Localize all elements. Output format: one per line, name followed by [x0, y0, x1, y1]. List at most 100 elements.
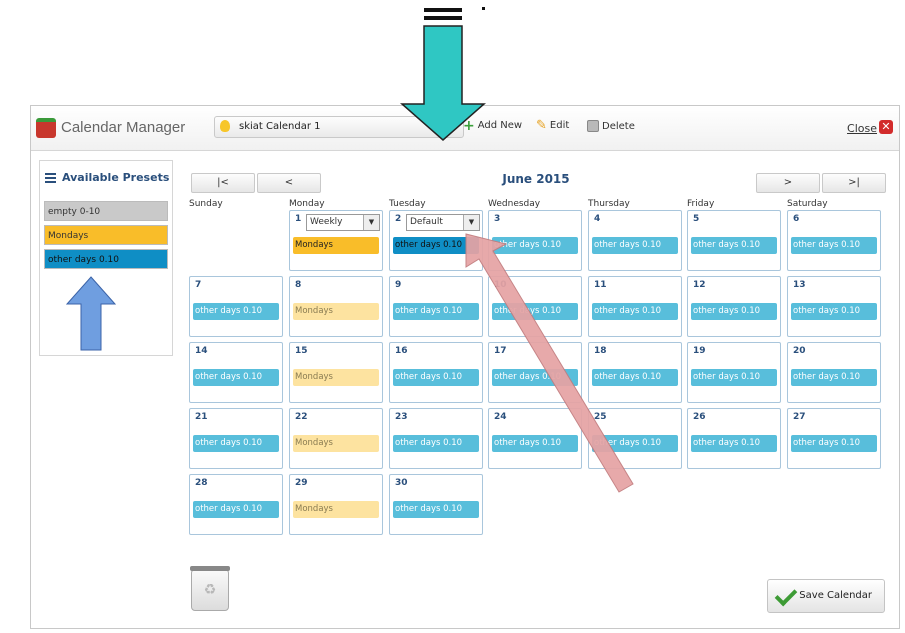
day-cell[interactable]: 14 other days 0.10: [189, 342, 283, 403]
day-preset[interactable]: other days 0.10: [691, 303, 777, 320]
day-cell[interactable]: 23 other days 0.10: [389, 408, 483, 469]
day-number: 19: [693, 346, 706, 356]
preset-empty[interactable]: empty 0-10: [44, 201, 168, 221]
day-preset[interactable]: other days 0.10: [193, 435, 279, 452]
presets-header: Available Presets: [45, 171, 169, 184]
chevron-down-icon: ▼: [463, 215, 479, 230]
day-preset[interactable]: Mondays: [293, 435, 379, 452]
day-preset[interactable]: other days 0.10: [492, 237, 578, 254]
close-link[interactable]: Close: [847, 122, 877, 135]
preset-other-days[interactable]: other days 0.10: [44, 249, 168, 269]
day-cell[interactable]: 15 Mondays: [289, 342, 383, 403]
day-preset[interactable]: other days 0.10: [592, 435, 678, 452]
day-cell[interactable]: 20 other days 0.10: [787, 342, 881, 403]
prev-month-button[interactable]: <: [257, 173, 321, 193]
day-preset[interactable]: other days 0.10: [492, 369, 578, 386]
weekday-saturday: Saturday: [787, 199, 828, 209]
day-preset[interactable]: other days 0.10: [393, 435, 479, 452]
next-month-button[interactable]: >: [756, 173, 820, 193]
day-cell[interactable]: 30 other days 0.10: [389, 474, 483, 535]
day-cell[interactable]: 24 other days 0.10: [488, 408, 582, 469]
day-cell[interactable]: 25 other days 0.10: [588, 408, 682, 469]
close-icon[interactable]: ✕: [879, 120, 893, 134]
day-cell[interactable]: 1 Weekly ▼ Mondays: [289, 210, 383, 271]
day-preset[interactable]: other days 0.10: [492, 435, 578, 452]
day-preset[interactable]: other days 0.10: [691, 237, 777, 254]
day-number: 13: [793, 280, 806, 290]
day-number: 23: [395, 412, 408, 422]
list-icon: [45, 172, 56, 183]
day-cell[interactable]: 10 other days 0.10: [488, 276, 582, 337]
save-calendar-button[interactable]: Save Calendar: [767, 579, 885, 613]
add-new-button[interactable]: + Add New: [463, 117, 522, 134]
day-cell[interactable]: 7 other days 0.10: [189, 276, 283, 337]
day-preset[interactable]: other days 0.10: [791, 237, 877, 254]
day-cell[interactable]: 11 other days 0.10: [588, 276, 682, 337]
calendar-select-value: skiat Calendar 1: [239, 121, 321, 132]
day-number: 14: [195, 346, 208, 356]
calendar-app-icon: [36, 118, 56, 138]
day-cell[interactable]: 3 other days 0.10: [488, 210, 582, 271]
day-cell[interactable]: 5 other days 0.10: [687, 210, 781, 271]
toolbar: Calendar Manager skiat Calendar 1 + Add …: [31, 106, 899, 151]
weekly-select-value: Weekly: [310, 217, 343, 227]
day-preset[interactable]: other days 0.10: [193, 501, 279, 518]
delete-button[interactable]: Delete: [587, 120, 635, 132]
day-preset[interactable]: other days 0.10: [393, 369, 479, 386]
day-number: 6: [793, 214, 800, 224]
weekday-thursday: Thursday: [588, 199, 630, 209]
edit-button[interactable]: ✎ Edit: [536, 119, 570, 132]
day-cell[interactable]: 16 other days 0.10: [389, 342, 483, 403]
day-preset[interactable]: other days 0.10: [691, 435, 777, 452]
day-number: 2: [395, 214, 402, 224]
day-preset[interactable]: other days 0.10: [592, 369, 678, 386]
day-preset[interactable]: other days 0.10: [193, 369, 279, 386]
month-title: June 2015: [502, 172, 570, 186]
weekday-friday: Friday: [687, 199, 715, 209]
day-number: 26: [693, 412, 706, 422]
day-preset[interactable]: other days 0.10: [393, 303, 479, 320]
last-month-button[interactable]: >|: [822, 173, 886, 193]
day-preset[interactable]: Mondays: [293, 369, 379, 386]
day-preset[interactable]: other days 0.10: [691, 369, 777, 386]
day-cell[interactable]: 26 other days 0.10: [687, 408, 781, 469]
day-number: 10: [494, 280, 507, 290]
first-month-button[interactable]: |<: [191, 173, 255, 193]
day-number: 17: [494, 346, 507, 356]
day-number: 18: [594, 346, 607, 356]
day-preset[interactable]: other days 0.10: [791, 303, 877, 320]
edit-label: Edit: [549, 120, 570, 131]
day-preset[interactable]: other days 0.10: [393, 237, 479, 254]
calendar-select[interactable]: skiat Calendar 1: [214, 116, 464, 138]
day-cell[interactable]: 21 other days 0.10: [189, 408, 283, 469]
weekly-select[interactable]: Weekly ▼: [306, 214, 380, 231]
day-preset[interactable]: other days 0.10: [393, 501, 479, 518]
day-cell[interactable]: 6 other days 0.10: [787, 210, 881, 271]
day-cell[interactable]: 9 other days 0.10: [389, 276, 483, 337]
default-select[interactable]: Default ▼: [406, 214, 480, 231]
day-cell[interactable]: 22 Mondays: [289, 408, 383, 469]
day-cell[interactable]: 12 other days 0.10: [687, 276, 781, 337]
day-preset[interactable]: other days 0.10: [791, 435, 877, 452]
day-preset[interactable]: Mondays: [293, 303, 379, 320]
day-preset[interactable]: other days 0.10: [592, 303, 678, 320]
day-preset[interactable]: other days 0.10: [592, 237, 678, 254]
recycle-bin-icon[interactable]: ♻: [190, 566, 230, 611]
preset-mondays[interactable]: Mondays: [44, 225, 168, 245]
day-preset[interactable]: Mondays: [293, 501, 379, 518]
day-cell[interactable]: 8 Mondays: [289, 276, 383, 337]
day-cell[interactable]: 13 other days 0.10: [787, 276, 881, 337]
day-cell[interactable]: 28 other days 0.10: [189, 474, 283, 535]
day-cell[interactable]: 18 other days 0.10: [588, 342, 682, 403]
day-preset[interactable]: Mondays: [293, 237, 379, 254]
day-cell[interactable]: 29 Mondays: [289, 474, 383, 535]
plus-icon: +: [463, 117, 475, 134]
day-cell[interactable]: 17 other days 0.10: [488, 342, 582, 403]
day-preset[interactable]: other days 0.10: [492, 303, 578, 320]
day-cell[interactable]: 27 other days 0.10: [787, 408, 881, 469]
day-cell[interactable]: 19 other days 0.10: [687, 342, 781, 403]
day-cell[interactable]: 4 other days 0.10: [588, 210, 682, 271]
day-preset[interactable]: other days 0.10: [791, 369, 877, 386]
day-cell[interactable]: 2 Default ▼ other days 0.10: [389, 210, 483, 271]
day-preset[interactable]: other days 0.10: [193, 303, 279, 320]
